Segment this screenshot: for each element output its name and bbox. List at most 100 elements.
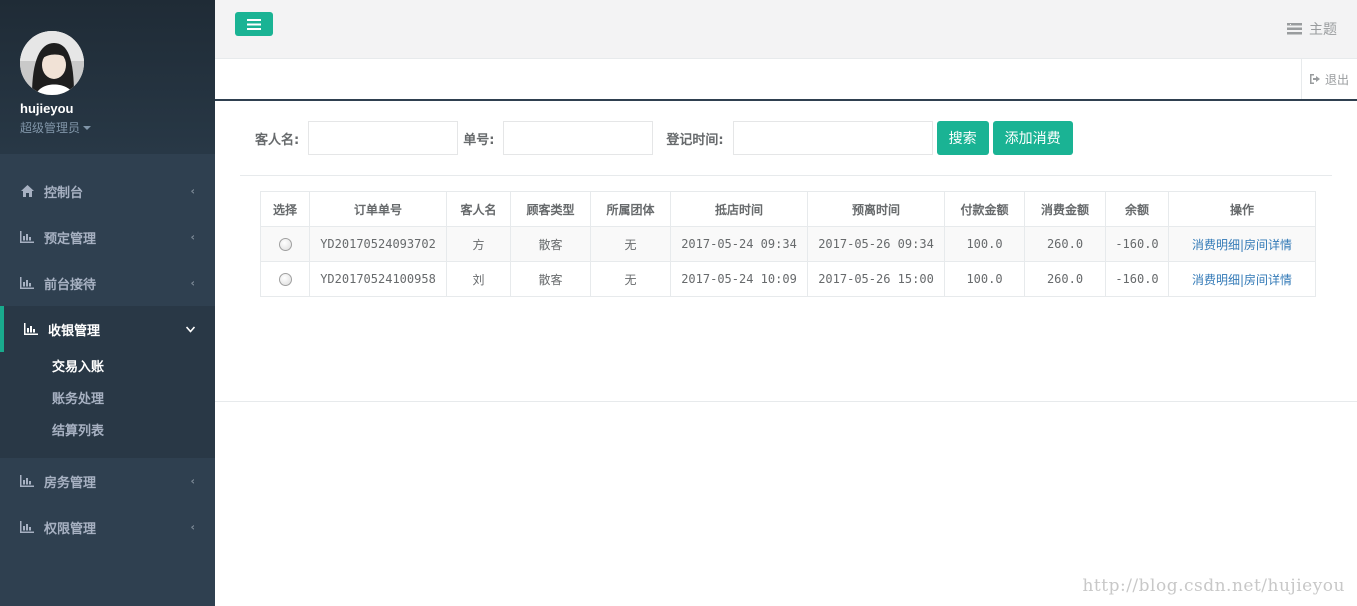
add-consumption-button[interactable]: 添加消费 bbox=[992, 121, 1073, 155]
divider bbox=[240, 175, 1332, 176]
bar-chart-icon bbox=[20, 520, 34, 534]
sidebar-toggle-button[interactable] bbox=[235, 12, 273, 36]
group-cell: 无 bbox=[590, 226, 671, 262]
hamburger-icon bbox=[247, 18, 261, 30]
row-select-radio[interactable] bbox=[278, 238, 292, 251]
guest-cell: 刘 bbox=[446, 261, 511, 297]
search-button[interactable]: 搜索 bbox=[936, 121, 989, 155]
paid-cell: 100.0 bbox=[944, 226, 1025, 262]
user-profile: hujieyou 超级管理员 bbox=[0, 0, 215, 154]
main-content: 客人名: 单号: 登记时间: 搜索 添加消费 选择 订单单号 客人名 顾客类型 … bbox=[215, 101, 1357, 402]
arrival-cell: 2017-05-24 10:09 bbox=[670, 261, 808, 297]
nav-item-permissions[interactable]: 权限管理 ‹ bbox=[0, 504, 215, 550]
col-header-customer-type: 顾客类型 bbox=[510, 191, 591, 227]
nav-label: 收银管理 bbox=[48, 323, 101, 339]
col-header-order-no: 订单单号 bbox=[309, 191, 447, 227]
bar-chart-icon bbox=[20, 230, 34, 244]
content-tabs-bar: 退出 bbox=[215, 59, 1357, 101]
watermark: http://blog.csdn.net/hujieyou bbox=[1082, 576, 1345, 596]
chevron-down-icon bbox=[185, 323, 196, 336]
table-header-row: 选择 订单单号 客人名 顾客类型 所属团体 抵店时间 预离时间 付款金额 消费金… bbox=[260, 191, 1316, 227]
col-header-arrival: 抵店时间 bbox=[670, 191, 808, 227]
departure-cell: 2017-05-26 15:00 bbox=[807, 261, 945, 297]
theme-label: 主题 bbox=[1309, 22, 1337, 38]
col-header-balance: 余额 bbox=[1105, 191, 1169, 227]
customer-type-cell: 散客 bbox=[510, 261, 591, 297]
logout-button[interactable]: 退出 bbox=[1301, 59, 1357, 99]
balance-cell: -160.0 bbox=[1105, 261, 1169, 297]
balance-cell: -160.0 bbox=[1105, 226, 1169, 262]
col-header-actions: 操作 bbox=[1168, 191, 1316, 227]
sidebar: hujieyou 超级管理员 控制台 ‹ 预定管理 ‹ 前台接待 ‹ 收银管理 bbox=[0, 0, 215, 606]
guest-name-input[interactable] bbox=[308, 121, 459, 155]
caret-down-icon bbox=[83, 125, 92, 130]
logout-label: 退出 bbox=[1324, 72, 1349, 87]
subnav-item-transaction[interactable]: 交易入账 bbox=[0, 352, 215, 384]
consumption-detail-link[interactable]: 消费明细 bbox=[1192, 238, 1240, 252]
register-time-label: 登记时间: bbox=[666, 132, 724, 148]
col-header-group: 所属团体 bbox=[590, 191, 671, 227]
nav-item-housekeeping[interactable]: 房务管理 ‹ bbox=[0, 458, 215, 504]
select-cell bbox=[260, 261, 310, 297]
bar-chart-icon bbox=[20, 474, 34, 488]
chevron-left-icon: ‹ bbox=[190, 276, 195, 290]
order-number-input[interactable] bbox=[503, 121, 654, 155]
theme-button[interactable]: 主题 bbox=[1287, 19, 1337, 39]
nav-label: 控制台 bbox=[44, 185, 84, 201]
order-no-cell: YD20170524093702 bbox=[309, 226, 447, 262]
col-header-departure: 预离时间 bbox=[807, 191, 945, 227]
paid-cell: 100.0 bbox=[944, 261, 1025, 297]
nav-item-dashboard[interactable]: 控制台 ‹ bbox=[0, 168, 215, 214]
guest-cell: 方 bbox=[446, 226, 511, 262]
nav-item-cashier[interactable]: 收银管理 bbox=[0, 306, 215, 352]
order-no-cell: YD20170524100958 bbox=[309, 261, 447, 297]
order-number-label: 单号: bbox=[463, 132, 495, 148]
col-header-select: 选择 bbox=[260, 191, 310, 227]
bar-chart-icon bbox=[20, 276, 34, 290]
chevron-left-icon: ‹ bbox=[190, 474, 195, 488]
consumption-detail-link[interactable]: 消费明细 bbox=[1192, 273, 1240, 287]
room-detail-link[interactable]: 房间详情 bbox=[1244, 238, 1292, 252]
nav-label: 前台接待 bbox=[44, 277, 97, 293]
avatar-image bbox=[20, 31, 84, 95]
guest-name-label: 客人名: bbox=[255, 132, 300, 148]
subnav-item-accounting[interactable]: 账务处理 bbox=[0, 384, 215, 416]
room-detail-link[interactable]: 房间详情 bbox=[1244, 273, 1292, 287]
cashier-submenu: 交易入账 账务处理 结算列表 bbox=[0, 352, 215, 458]
nav-label: 预定管理 bbox=[44, 231, 97, 247]
group-cell: 无 bbox=[590, 261, 671, 297]
home-icon bbox=[20, 184, 34, 198]
search-form: 客人名: 单号: 登记时间: 搜索 添加消费 bbox=[255, 121, 1073, 155]
orders-table: 选择 订单单号 客人名 顾客类型 所属团体 抵店时间 预离时间 付款金额 消费金… bbox=[260, 191, 1316, 297]
table-row: YD20170524093702 方 散客 无 2017-05-24 09:34… bbox=[260, 226, 1316, 262]
actions-cell: 消费明细|房间详情 bbox=[1168, 261, 1316, 297]
user-role-label: 超级管理员 bbox=[20, 121, 81, 135]
top-navbar: 主题 bbox=[215, 0, 1357, 59]
departure-cell: 2017-05-26 09:34 bbox=[807, 226, 945, 262]
chevron-left-icon: ‹ bbox=[190, 184, 195, 198]
spent-cell: 260.0 bbox=[1024, 226, 1106, 262]
table-row: YD20170524100958 刘 散客 无 2017-05-24 10:09… bbox=[260, 261, 1316, 297]
sign-out-icon bbox=[1309, 74, 1320, 84]
chevron-left-icon: ‹ bbox=[190, 230, 195, 244]
col-header-guest: 客人名 bbox=[446, 191, 511, 227]
spent-cell: 260.0 bbox=[1024, 261, 1106, 297]
chevron-left-icon: ‹ bbox=[190, 520, 195, 534]
col-header-spent: 消费金额 bbox=[1024, 191, 1106, 227]
nav-label: 权限管理 bbox=[44, 521, 97, 537]
row-select-radio[interactable] bbox=[278, 273, 292, 286]
bar-chart-icon bbox=[24, 322, 38, 336]
customer-type-cell: 散客 bbox=[510, 226, 591, 262]
arrival-cell: 2017-05-24 09:34 bbox=[670, 226, 808, 262]
actions-cell: 消费明细|房间详情 bbox=[1168, 226, 1316, 262]
nav-item-front-desk[interactable]: 前台接待 ‹ bbox=[0, 260, 215, 306]
col-header-paid: 付款金额 bbox=[944, 191, 1025, 227]
user-name: hujieyou bbox=[20, 101, 74, 116]
subnav-item-settlement-list[interactable]: 结算列表 bbox=[0, 416, 215, 448]
nav-label: 房务管理 bbox=[44, 475, 97, 491]
list-icon bbox=[1287, 23, 1302, 35]
avatar[interactable] bbox=[20, 31, 84, 95]
user-role-dropdown[interactable]: 超级管理员 bbox=[20, 119, 215, 136]
register-time-input[interactable] bbox=[732, 121, 933, 155]
nav-item-reservation[interactable]: 预定管理 ‹ bbox=[0, 214, 215, 260]
